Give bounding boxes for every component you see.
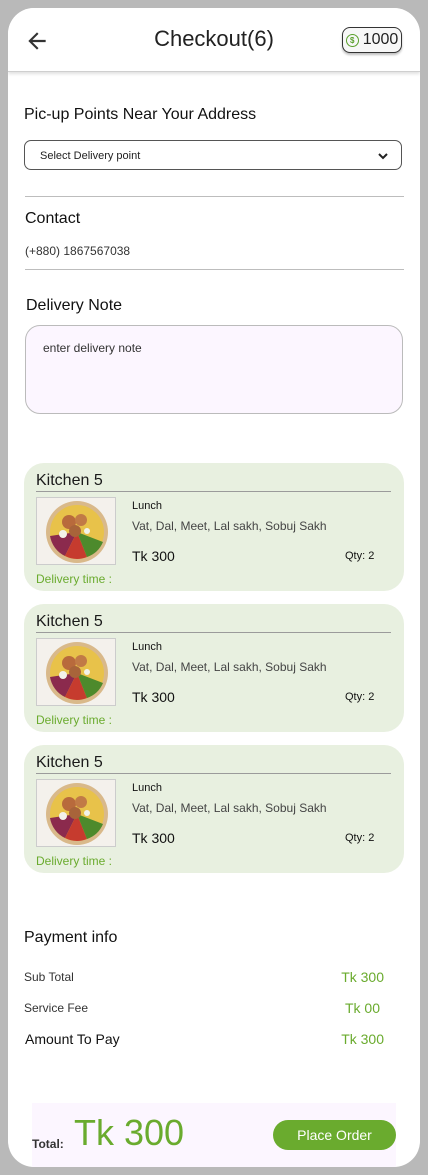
payment-info-title: Payment info — [24, 929, 118, 946]
subtotal-value: Tk 300 — [341, 969, 384, 985]
phone-screen: Checkout(6) $ 1000 Pic-up Points Near Yo… — [8, 8, 420, 1167]
kitchen-name: Kitchen 5 — [36, 754, 103, 771]
service-fee-value: Tk 00 — [344, 1000, 380, 1016]
place-order-button[interactable]: Place Order — [273, 1120, 396, 1150]
delivery-note-input[interactable] — [43, 341, 373, 355]
divider — [36, 773, 391, 774]
order-card[interactable]: Kitchen 5 Lunch Vat, Dal, Meet, Lal sakh… — [24, 604, 404, 732]
total-label: Total: — [32, 1137, 64, 1151]
kitchen-name: Kitchen 5 — [36, 613, 103, 630]
meal-description: Vat, Dal, Meet, Lal sakh, Sobuj Sakh — [132, 801, 327, 815]
food-image — [36, 638, 116, 706]
food-image — [36, 779, 116, 847]
item-price: Tk 300 — [132, 548, 175, 564]
delivery-time: Delivery time : — [36, 854, 113, 868]
item-price: Tk 300 — [132, 689, 175, 705]
app-header: Checkout(6) $ 1000 — [8, 8, 420, 72]
contact-title: Contact — [25, 210, 81, 227]
total-amount: Tk 300 — [74, 1112, 185, 1153]
divider — [25, 269, 404, 270]
contact-phone: (+880) 1867567038 — [25, 244, 131, 258]
amount-to-pay-label: Amount To Pay — [25, 1031, 120, 1047]
amount-to-pay-value: Tk 300 — [341, 1031, 384, 1047]
chevron-down-icon — [378, 153, 388, 160]
delivery-note-title: Delivery Note — [26, 297, 123, 314]
order-card[interactable]: Kitchen 5 Lunch Vat, Dal, Meet, Lal sakh… — [24, 463, 404, 591]
divider — [36, 491, 391, 492]
divider — [25, 196, 404, 197]
delivery-point-select[interactable]: Select Delivery point — [24, 140, 402, 170]
kitchen-name: Kitchen 5 — [36, 472, 103, 489]
pickup-title: Pic-up Points Near Your Address — [24, 106, 257, 123]
food-image — [36, 497, 116, 565]
meal-description: Vat, Dal, Meet, Lal sakh, Sobuj Sakh — [132, 660, 327, 674]
coin-balance-badge[interactable]: $ 1000 — [342, 27, 402, 53]
meal-type: Lunch — [132, 641, 162, 653]
checkout-bottom-bar: Total: Tk 300 Place Order — [32, 1103, 396, 1167]
coin-balance: 1000 — [362, 31, 399, 48]
item-price: Tk 300 — [132, 830, 175, 846]
order-card[interactable]: Kitchen 5 Lunch Vat, Dal, Meet, Lal sakh… — [24, 745, 404, 873]
item-quantity: Qty: 2 — [345, 832, 375, 844]
delivery-note-box[interactable] — [25, 325, 403, 414]
meal-description: Vat, Dal, Meet, Lal sakh, Sobuj Sakh — [132, 519, 327, 533]
coin-icon: $ — [345, 33, 359, 47]
service-fee-label: Service Fee — [24, 1001, 89, 1015]
meal-type: Lunch — [132, 500, 162, 512]
subtotal-label: Sub Total — [24, 970, 74, 984]
delivery-time: Delivery time : — [36, 713, 113, 727]
item-quantity: Qty: 2 — [345, 550, 375, 562]
delivery-point-select-label: Select Delivery point — [40, 150, 141, 162]
meal-type: Lunch — [132, 782, 162, 794]
item-quantity: Qty: 2 — [345, 691, 375, 703]
delivery-time: Delivery time : — [36, 572, 113, 586]
divider — [36, 632, 391, 633]
